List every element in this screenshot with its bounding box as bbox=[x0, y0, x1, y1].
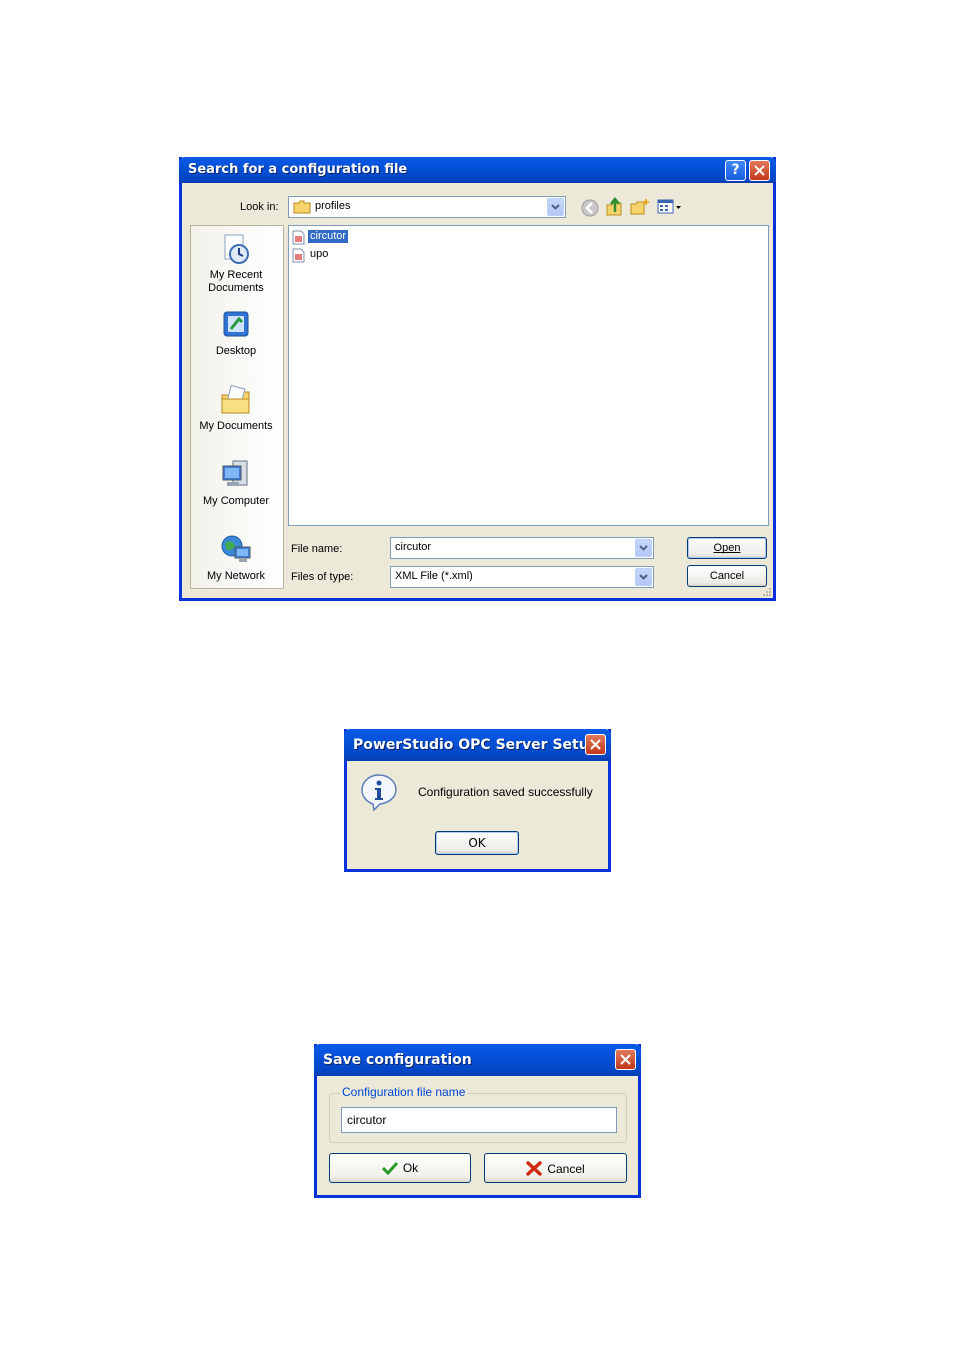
folder-icon bbox=[293, 200, 311, 214]
close-icon bbox=[620, 1054, 631, 1065]
file-name: circutor bbox=[308, 230, 349, 243]
message-dialog-titlebar[interactable]: PowerStudio OPC Server Setup bbox=[344, 729, 611, 761]
save-dialog-titlebar[interactable]: Save configuration bbox=[314, 1044, 641, 1076]
chevron-down-icon bbox=[639, 574, 648, 580]
my-computer-icon bbox=[222, 460, 248, 486]
group-label: Configuration file name bbox=[340, 1085, 468, 1099]
look-in-select[interactable]: profiles bbox=[288, 196, 566, 218]
file-name-dropdown-button[interactable] bbox=[635, 539, 652, 557]
close-button[interactable] bbox=[749, 160, 770, 181]
configuration-file-name-input[interactable]: circutor bbox=[341, 1107, 617, 1133]
place-recent-documents[interactable]: My Recent Documents bbox=[191, 232, 281, 295]
my-network-icon bbox=[221, 535, 251, 562]
ok-button-label: OK bbox=[468, 836, 486, 850]
close-icon bbox=[590, 739, 601, 750]
xml-file-icon bbox=[292, 230, 305, 245]
my-documents-icon bbox=[221, 384, 250, 414]
cancel-button[interactable]: Cancel bbox=[484, 1153, 627, 1183]
files-of-type-label: Files of type: bbox=[291, 571, 354, 583]
new-folder-icon[interactable] bbox=[630, 198, 650, 216]
place-label: My Documents bbox=[199, 420, 273, 432]
chevron-down-icon bbox=[551, 204, 560, 210]
look-in-value: profiles bbox=[315, 200, 351, 212]
file-name-combo[interactable]: circutor bbox=[390, 537, 654, 559]
ok-button-label: Ok bbox=[402, 1161, 419, 1175]
cancel-button-label: Cancel bbox=[547, 1162, 585, 1176]
look-in-label: Look in: bbox=[240, 201, 279, 213]
red-x-icon bbox=[526, 1161, 543, 1176]
cancel-button[interactable]: Cancel bbox=[687, 565, 767, 587]
help-button[interactable]: ? bbox=[725, 160, 746, 181]
message-dialog-title: PowerStudio OPC Server Setup bbox=[353, 737, 599, 753]
place-desktop[interactable]: Desktop bbox=[191, 308, 281, 358]
ok-button[interactable]: Ok bbox=[329, 1153, 471, 1183]
place-label: My Recent bbox=[209, 269, 263, 281]
configuration-file-name-value: circutor bbox=[347, 1113, 387, 1127]
place-my-computer[interactable]: My Computer bbox=[191, 458, 281, 508]
cancel-button-label: Cancel bbox=[709, 570, 745, 582]
resize-grip-icon[interactable] bbox=[760, 585, 772, 597]
desktop-icon bbox=[223, 311, 249, 337]
close-button[interactable] bbox=[615, 1049, 636, 1070]
message-text: Configuration saved successfully bbox=[418, 785, 593, 799]
place-label: Documents bbox=[208, 282, 264, 294]
help-icon: ? bbox=[731, 162, 740, 178]
place-my-documents[interactable]: My Documents bbox=[191, 383, 281, 433]
back-icon[interactable] bbox=[581, 199, 599, 217]
xml-file-icon bbox=[292, 248, 305, 263]
close-button[interactable] bbox=[585, 734, 606, 755]
ok-button[interactable]: OK bbox=[435, 831, 519, 855]
save-configuration-dialog: Save configuration Configuration file na… bbox=[314, 1044, 641, 1198]
files-of-type-value: XML File (*.xml) bbox=[395, 570, 473, 582]
up-folder-icon[interactable] bbox=[605, 197, 623, 217]
checkmark-icon bbox=[381, 1161, 398, 1176]
files-of-type-dropdown-button[interactable] bbox=[635, 568, 652, 586]
look-in-dropdown-button[interactable] bbox=[547, 198, 564, 216]
open-dialog-titlebar[interactable]: Search for a configuration file ? bbox=[179, 157, 776, 183]
file-name-value: circutor bbox=[395, 541, 432, 553]
recent-documents-icon bbox=[224, 234, 249, 264]
place-label: Desktop bbox=[215, 345, 257, 357]
configuration-file-name-group: Configuration file name circutor bbox=[329, 1085, 627, 1143]
file-name: upo bbox=[310, 248, 329, 260]
places-bar: My Recent Documents Desktop My Documents bbox=[190, 225, 284, 589]
file-name-label: File name: bbox=[291, 543, 343, 555]
chevron-down-icon bbox=[639, 545, 648, 551]
files-of-type-select[interactable]: XML File (*.xml) bbox=[390, 566, 654, 588]
message-dialog: PowerStudio OPC Server Setup Configurati… bbox=[344, 729, 611, 872]
open-button[interactable]: Open bbox=[687, 537, 767, 559]
information-icon bbox=[361, 774, 397, 811]
file-list[interactable]: circutor upo bbox=[288, 225, 769, 526]
open-file-dialog: Search for a configuration file ? Look i… bbox=[179, 157, 776, 601]
save-dialog-title: Save configuration bbox=[323, 1052, 472, 1068]
place-my-network[interactable]: My Network bbox=[191, 533, 281, 583]
open-button-label: Open bbox=[713, 542, 741, 554]
place-label: My Computer bbox=[202, 495, 270, 507]
place-label: My Network bbox=[206, 570, 266, 582]
open-dialog-title: Search for a configuration file bbox=[188, 162, 408, 177]
view-menu-icon[interactable] bbox=[657, 199, 683, 215]
close-icon bbox=[754, 165, 765, 176]
